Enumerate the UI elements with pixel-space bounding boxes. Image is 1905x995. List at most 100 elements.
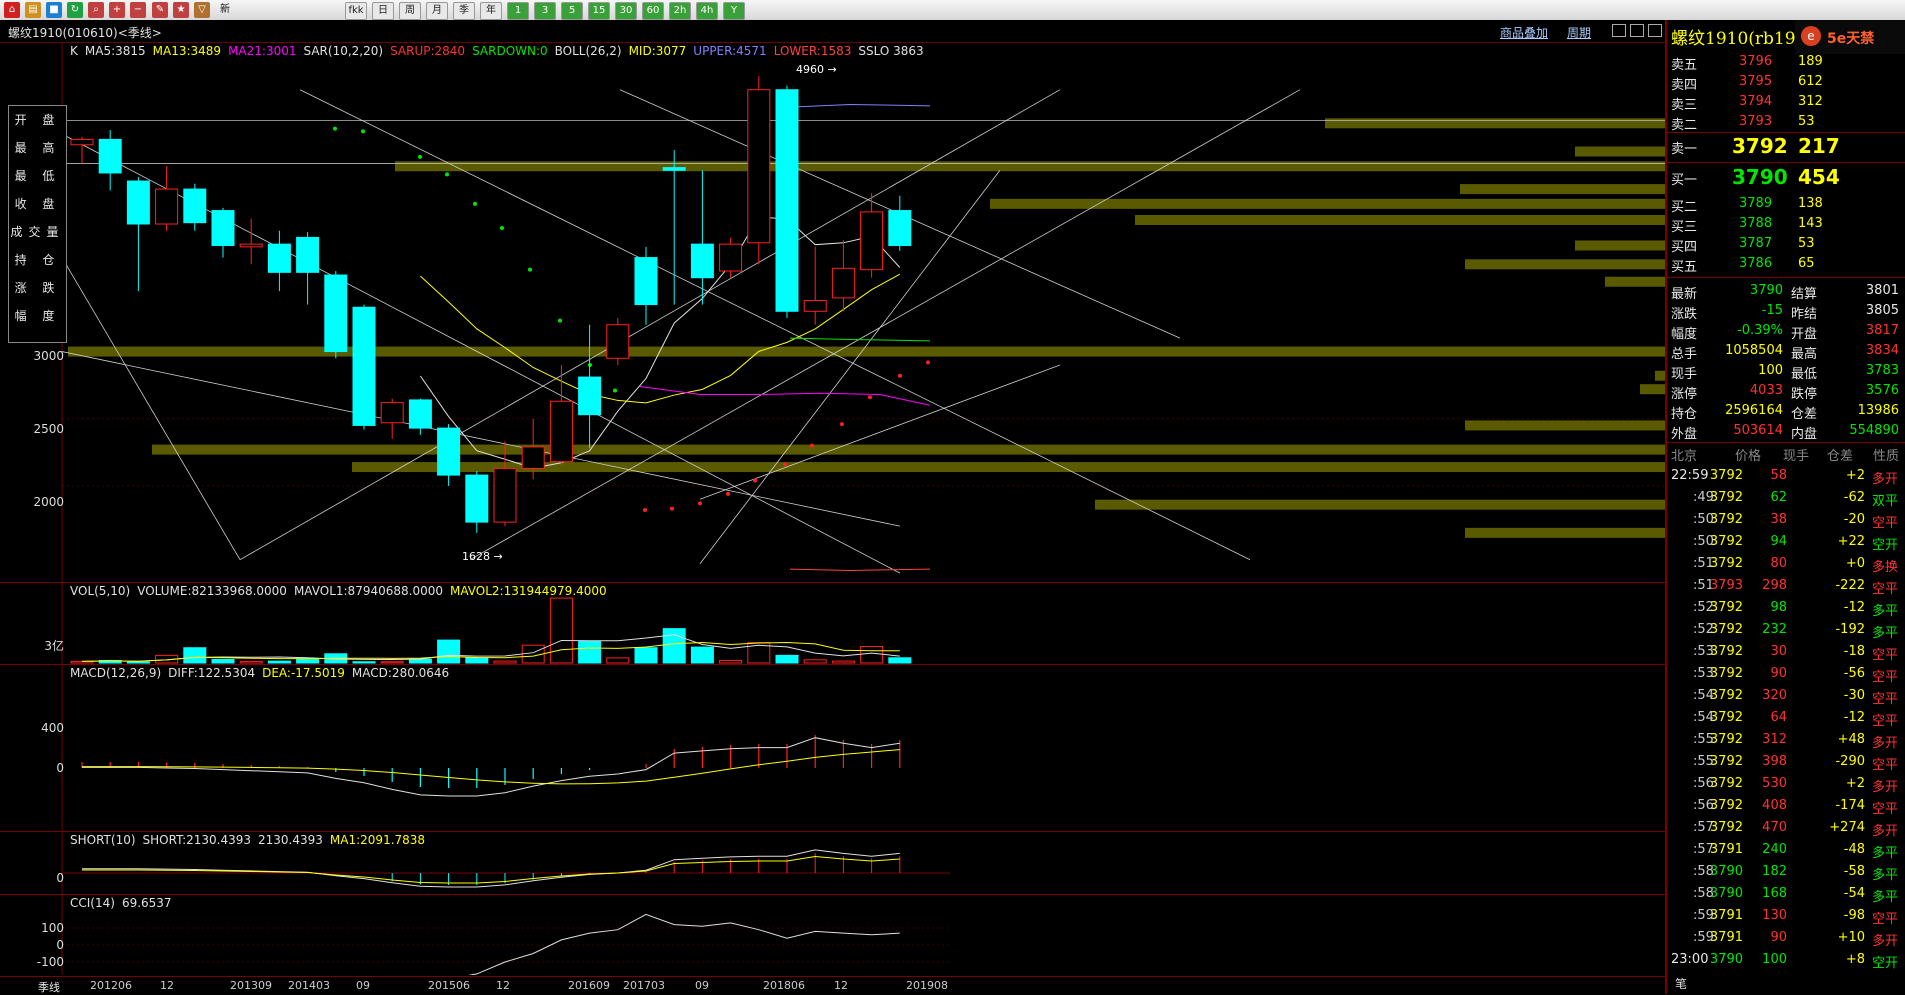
cycle-link[interactable]: 周期 xyxy=(1567,24,1591,41)
tick-row[interactable]: :54 3792 64 -12 空平 xyxy=(1667,707,1905,729)
new-button[interactable]: 新 xyxy=(218,2,232,18)
zoom-in-icon[interactable]: + xyxy=(109,2,125,18)
sar-dot xyxy=(783,462,787,467)
period-button[interactable]: 5 xyxy=(561,2,583,20)
order-book-row[interactable]: 买三 3788 143 xyxy=(1667,214,1905,235)
ticks-header-cell: 仓差 xyxy=(1827,449,1854,464)
order-book-row[interactable]: 买四 3787 53 xyxy=(1667,234,1905,255)
order-book-row[interactable]: 卖五 3796 189 xyxy=(1667,52,1905,73)
cci-chart[interactable] xyxy=(0,895,1665,975)
tick-row[interactable]: :51 3793 298 -222 空平 xyxy=(1667,575,1905,597)
x-tick: 201309 xyxy=(230,979,272,992)
cci-pane[interactable]: CCI(14) 69.6537 100 0 -100 xyxy=(0,895,1665,975)
tick-row[interactable]: :53 3792 30 -18 空平 xyxy=(1667,641,1905,663)
kline-pane[interactable]: K MA5:3815 MA13:3489 MA21:3001 SAR(10,2,20) S… xyxy=(0,43,1665,583)
ob-label: 买一 xyxy=(1671,173,1698,188)
tick-v: 130 xyxy=(1762,908,1787,923)
tick-row[interactable]: :50 3792 94 +22 空开 xyxy=(1667,531,1905,553)
grid-icon[interactable] xyxy=(1630,24,1644,37)
short-chart[interactable] xyxy=(0,832,1665,894)
tick-row[interactable]: 22:59 3792 58 +2 多开 xyxy=(1667,465,1905,487)
tick-row[interactable]: :49 3792 62 -62 双平 xyxy=(1667,487,1905,509)
order-book-row[interactable]: 卖四 3795 612 xyxy=(1667,72,1905,93)
macd-pane[interactable]: MACD(12,26,9) DIFF:122.5304 DEA:-17.5019 MA… xyxy=(0,665,1665,832)
high-label: 4960 → xyxy=(796,63,837,76)
short-pane[interactable]: SHORT(10) SHORT:2130.4393 2130.4393 MA1:209… xyxy=(0,832,1665,895)
macd-chart[interactable] xyxy=(0,665,1665,831)
period-button[interactable]: 2h xyxy=(669,2,691,20)
maximize-icon[interactable] xyxy=(1648,24,1662,37)
tick-row[interactable]: 23:00 3790 100 +8 空开 xyxy=(1667,949,1905,971)
star-icon[interactable]: ★ xyxy=(173,2,189,18)
tick-row[interactable]: :53 3792 90 -56 空平 xyxy=(1667,663,1905,685)
tick-row[interactable]: :58 3790 182 -58 多平 xyxy=(1667,861,1905,883)
tick-row[interactable]: :56 3792 530 +2 多开 xyxy=(1667,773,1905,795)
order-book-row[interactable]: 买一 3790 454 xyxy=(1667,165,1905,189)
tick-n: 多换 xyxy=(1872,560,1899,575)
info-label: 收 盘 xyxy=(14,197,61,211)
period-button[interactable]: 季 xyxy=(453,2,475,20)
ob-label: 卖四 xyxy=(1671,78,1698,93)
kline-chart[interactable] xyxy=(0,43,1665,582)
home-icon[interactable]: ⌂ xyxy=(4,2,20,18)
period-button[interactable]: 月 xyxy=(426,2,448,20)
period-button[interactable]: Y xyxy=(723,2,745,20)
x-tick: 201506 xyxy=(428,979,470,992)
tick-row[interactable]: :57 3792 470 +274 多开 xyxy=(1667,817,1905,839)
refresh-icon[interactable]: ↻ xyxy=(67,2,83,18)
period-button[interactable]: fkk xyxy=(345,2,367,20)
overlay-link[interactable]: 商品叠加 xyxy=(1500,24,1548,41)
search-icon[interactable]: ⌕ xyxy=(88,2,104,18)
order-book-row[interactable]: 买二 3789 138 xyxy=(1667,194,1905,215)
quote-v2: 3783 xyxy=(1865,363,1899,378)
zoom-out-icon[interactable]: − xyxy=(130,2,146,18)
box-icon[interactable]: ■ xyxy=(46,2,62,18)
tick-row[interactable]: :57 3791 240 -48 多平 xyxy=(1667,839,1905,861)
period-button[interactable]: 30 xyxy=(615,2,637,20)
layout-icon[interactable] xyxy=(1612,24,1626,37)
tick-row[interactable]: :58 3790 168 -54 多平 xyxy=(1667,883,1905,905)
cci-y-tick-neg100: -100 xyxy=(36,955,64,969)
macd-y-tick-0: 0 xyxy=(56,761,64,775)
x-tick: 201703 xyxy=(623,979,665,992)
order-book-row[interactable]: 买五 3786 65 xyxy=(1667,254,1905,275)
quote-v1: 3790 xyxy=(1749,283,1783,298)
period-button[interactable]: 周 xyxy=(399,2,421,20)
quote-panel: 螺纹1910(rb1910) 卖五 3796 189 卖四 3795 612 卖三 3794 3… xyxy=(1665,20,1905,994)
volume-bar xyxy=(578,640,602,664)
volume-bar xyxy=(803,659,827,664)
candle-body xyxy=(437,427,461,476)
period-button[interactable]: 3 xyxy=(534,2,556,20)
tick-row[interactable]: :52 3792 232 -192 多平 xyxy=(1667,619,1905,641)
order-book-row[interactable]: 卖一 3792 217 xyxy=(1667,134,1905,158)
tick-row[interactable]: :59 3791 130 -98 空平 xyxy=(1667,905,1905,927)
tick-row[interactable]: :56 3792 408 -174 空平 xyxy=(1667,795,1905,817)
tick-row[interactable]: :52 3792 98 -12 多平 xyxy=(1667,597,1905,619)
period-button[interactable]: 15 xyxy=(588,2,610,20)
order-book-row[interactable]: 卖三 3794 312 xyxy=(1667,92,1905,113)
quote-row: 涨跌 -15 昨结 3805 xyxy=(1667,301,1905,322)
tick-row[interactable]: :51 3792 80 +0 多换 xyxy=(1667,553,1905,575)
volume-profile-bar xyxy=(395,161,1665,172)
funnel-icon[interactable]: ▽ xyxy=(194,2,210,18)
volume-chart[interactable] xyxy=(0,583,1665,664)
volume-profile-bar xyxy=(1465,420,1665,431)
candle-body xyxy=(860,211,884,271)
period-button[interactable]: 1 xyxy=(507,2,529,20)
volume-profile-bar xyxy=(1605,276,1665,287)
tick-row[interactable]: :55 3792 312 +48 多开 xyxy=(1667,729,1905,751)
tick-row[interactable]: :54 3792 320 -30 空平 xyxy=(1667,685,1905,707)
volume-pane[interactable]: VOL(5,10) VOLUME:82133968.0000 MAVOL1:8794… xyxy=(0,583,1665,665)
order-book-row[interactable]: 卖二 3793 53 xyxy=(1667,112,1905,133)
pen-icon[interactable]: ✎ xyxy=(152,2,168,18)
period-button[interactable]: 日 xyxy=(372,2,394,20)
period-button[interactable]: 年 xyxy=(480,2,502,20)
tick-row[interactable]: :55 3792 398 -290 空平 xyxy=(1667,751,1905,773)
period-button[interactable]: 60 xyxy=(642,2,664,20)
tick-row[interactable]: :59 3791 90 +10 多开 xyxy=(1667,927,1905,949)
period-button[interactable]: 4h xyxy=(696,2,718,20)
folder-icon[interactable]: ▤ xyxy=(25,2,41,18)
ob-price: 3788 xyxy=(1739,216,1773,231)
tick-row[interactable]: :50 3792 38 -20 空平 xyxy=(1667,509,1905,531)
tick-v: 320 xyxy=(1762,688,1787,703)
